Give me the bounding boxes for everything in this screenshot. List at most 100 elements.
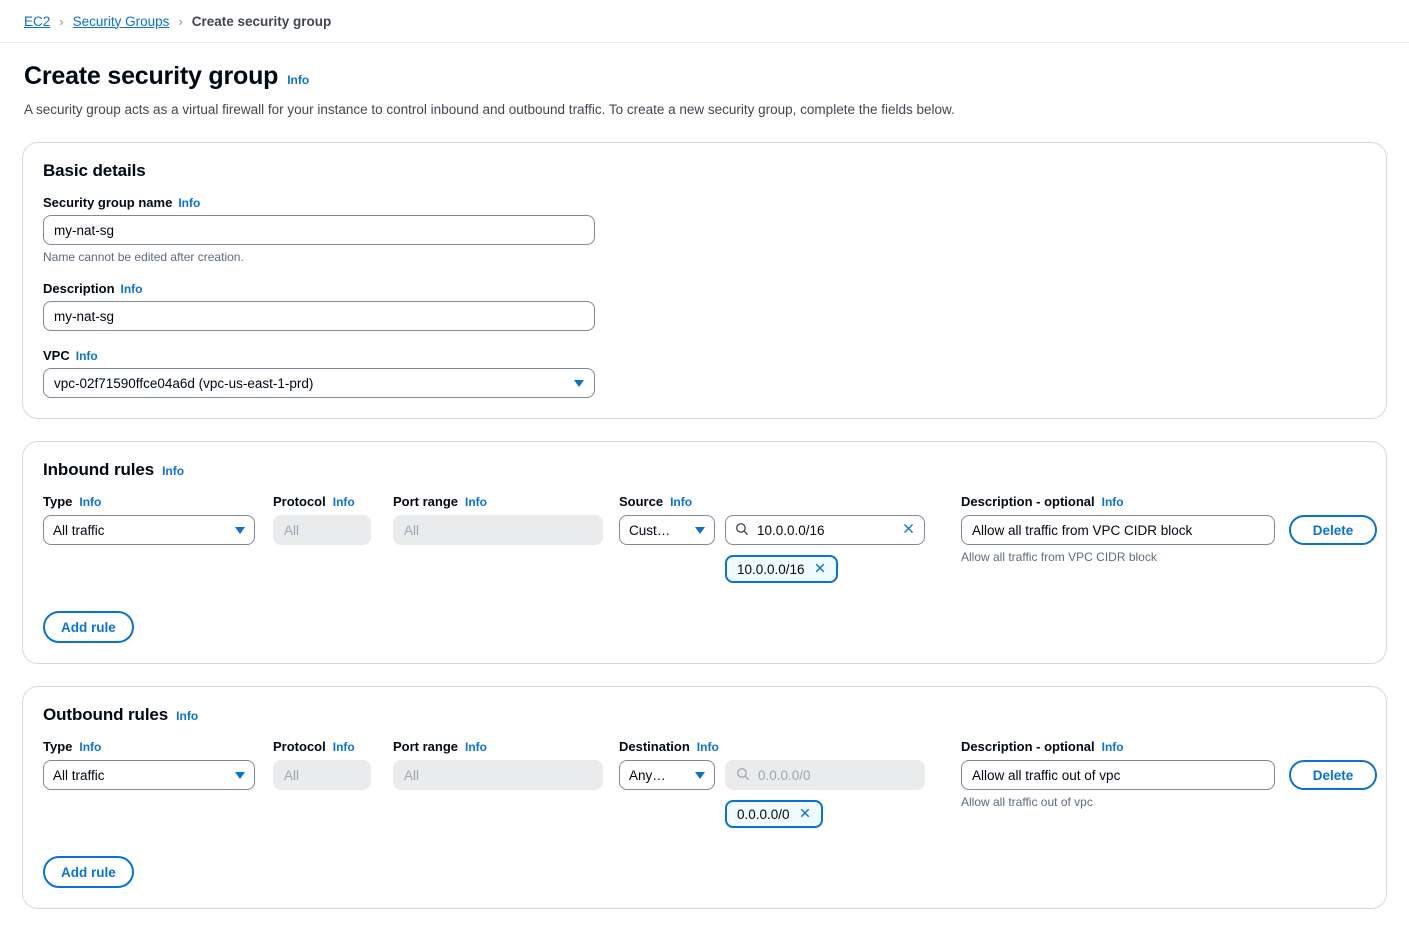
outbound-header-destination-label: Destination	[619, 739, 690, 754]
inbound-header-protocol-info-link[interactable]: Info	[333, 495, 355, 509]
inbound-source-cell: Cust… 10.0.0.0/16 10.0.0.0/16	[619, 515, 947, 583]
outbound-rules-info-link[interactable]: Info	[176, 709, 198, 723]
inbound-source-search-input[interactable]: 10.0.0.0/16	[725, 515, 925, 545]
inbound-source-search-value: 10.0.0.0/16	[757, 522, 825, 538]
outbound-description-input[interactable]	[961, 760, 1275, 790]
inbound-rules-card: Inbound rules Info Type Info Protocol In…	[22, 441, 1387, 664]
outbound-delete-button[interactable]: Delete	[1289, 760, 1377, 790]
inbound-header-type: Type Info	[43, 494, 271, 509]
outbound-rules-card: Outbound rules Info Type Info Protocol I…	[22, 686, 1387, 909]
close-icon[interactable]	[902, 522, 915, 538]
outbound-destination-cell: Any… 0.0.0.0/0 0.0.0.0/0	[619, 760, 947, 828]
inbound-header-description-info-link[interactable]: Info	[1102, 495, 1124, 509]
inbound-type-cell: All traffic	[43, 515, 271, 545]
breadcrumb: EC2 › Security Groups › Create security …	[0, 0, 1409, 43]
outbound-header-description-info-link[interactable]: Info	[1102, 740, 1124, 754]
inbound-source-token-label: 10.0.0.0/16	[737, 561, 805, 577]
chevron-down-icon	[695, 526, 705, 534]
chevron-down-icon	[235, 526, 245, 534]
outbound-destination-search-input: 0.0.0.0/0	[725, 760, 925, 790]
vpc-select-value: vpc-02f71590ffce04a6d (vpc-us-east-1-prd…	[54, 375, 314, 391]
outbound-type-cell: All traffic	[43, 760, 271, 790]
security-group-name-label: Security group name	[43, 195, 173, 210]
inbound-description-input[interactable]	[961, 515, 1275, 545]
close-icon[interactable]	[814, 562, 826, 577]
inbound-header-description: Description - optional Info	[961, 494, 1366, 509]
vpc-info-link[interactable]: Info	[76, 349, 98, 363]
inbound-port-range-input: All	[393, 515, 603, 545]
inbound-port-range-cell: All	[393, 515, 603, 545]
outbound-header-type: Type Info	[43, 739, 271, 754]
basic-details-card: Basic details Security group name Info N…	[22, 142, 1387, 419]
outbound-protocol-value: All	[284, 767, 300, 783]
outbound-header-protocol-label: Protocol	[273, 739, 326, 754]
security-group-name-hint: Name cannot be edited after creation.	[43, 250, 244, 264]
breadcrumb-separator: ›	[178, 13, 183, 29]
security-group-name-input[interactable]	[43, 215, 595, 245]
close-icon[interactable]	[799, 807, 811, 822]
outbound-header-destination-info-link[interactable]: Info	[697, 740, 719, 754]
inbound-protocol-cell: All	[273, 515, 383, 545]
inbound-header-source-label: Source	[619, 494, 664, 509]
outbound-port-range-input: All	[393, 760, 603, 790]
outbound-header-protocol-info-link[interactable]: Info	[333, 740, 355, 754]
inbound-header-port-range-label: Port range	[393, 494, 459, 509]
inbound-source-token: 10.0.0.0/16	[725, 555, 838, 583]
inbound-header-port-range-info-link[interactable]: Info	[465, 495, 487, 509]
outbound-rules-header-row: Type Info Protocol Info Port range Info …	[43, 739, 1366, 754]
outbound-header-description-label: Description - optional	[961, 739, 1095, 754]
page-header: Create security group Info A security gr…	[0, 43, 1409, 120]
outbound-header-type-label: Type	[43, 739, 73, 754]
inbound-port-range-value: All	[404, 522, 420, 538]
breadcrumb-item-ec2[interactable]: EC2	[24, 14, 50, 29]
inbound-source-type-value: Cust…	[629, 522, 671, 538]
outbound-description-cell: Allow all traffic out of vpc Delete	[961, 760, 1377, 809]
outbound-destination-type-select[interactable]: Any…	[619, 760, 715, 790]
description-label: Description	[43, 281, 115, 296]
outbound-port-range-value: All	[404, 767, 420, 783]
breadcrumb-item-current: Create security group	[191, 13, 332, 29]
outbound-header-description: Description - optional Info	[961, 739, 1366, 754]
chevron-down-icon	[695, 771, 705, 779]
inbound-add-rule-button[interactable]: Add rule	[43, 611, 134, 643]
inbound-header-type-info-link[interactable]: Info	[79, 495, 101, 509]
inbound-description-hint: Allow all traffic from VPC CIDR block	[961, 550, 1157, 564]
inbound-type-select[interactable]: All traffic	[43, 515, 255, 545]
security-group-name-info-link[interactable]: Info	[178, 196, 200, 210]
outbound-header-type-info-link[interactable]: Info	[79, 740, 101, 754]
breadcrumb-item-security-groups[interactable]: Security Groups	[73, 14, 170, 29]
inbound-header-description-label: Description - optional	[961, 494, 1095, 509]
inbound-rules-header-row: Type Info Protocol Info Port range Info …	[43, 494, 1366, 509]
description-info-link[interactable]: Info	[121, 282, 143, 296]
inbound-description-cell: Allow all traffic from VPC CIDR block De…	[961, 515, 1377, 564]
inbound-header-protocol-label: Protocol	[273, 494, 326, 509]
outbound-type-select[interactable]: All traffic	[43, 760, 255, 790]
outbound-rules-title: Outbound rules	[43, 705, 169, 724]
basic-details-title: Basic details	[43, 161, 146, 180]
inbound-rules-title: Inbound rules	[43, 460, 155, 479]
inbound-header-source: Source Info	[619, 494, 947, 509]
vpc-select[interactable]: vpc-02f71590ffce04a6d (vpc-us-east-1-prd…	[43, 368, 595, 398]
inbound-delete-button[interactable]: Delete	[1289, 515, 1377, 545]
outbound-destination-token: 0.0.0.0/0	[725, 800, 823, 828]
outbound-header-port-range-info-link[interactable]: Info	[465, 740, 487, 754]
outbound-header-port-range: Port range Info	[393, 739, 603, 754]
outbound-rule-row: All traffic All All Any… 0.0.0.0/0 0.0.0…	[43, 760, 1377, 828]
inbound-header-source-info-link[interactable]: Info	[670, 495, 692, 509]
inbound-source-type-select[interactable]: Cust…	[619, 515, 715, 545]
chevron-down-icon	[574, 379, 584, 387]
page-title: Create security group	[24, 62, 279, 90]
outbound-type-value: All traffic	[53, 767, 105, 783]
inbound-protocol-input: All	[273, 515, 371, 545]
vpc-label: VPC	[43, 348, 70, 363]
inbound-header-port-range: Port range Info	[393, 494, 603, 509]
description-input[interactable]	[43, 301, 595, 331]
page-title-info-link[interactable]: Info	[287, 73, 309, 87]
inbound-rules-info-link[interactable]: Info	[162, 464, 184, 478]
outbound-port-range-cell: All	[393, 760, 603, 790]
inbound-header-type-label: Type	[43, 494, 73, 509]
outbound-protocol-input: All	[273, 760, 371, 790]
outbound-add-rule-button[interactable]: Add rule	[43, 856, 134, 888]
outbound-destination-type-value: Any…	[629, 767, 666, 783]
